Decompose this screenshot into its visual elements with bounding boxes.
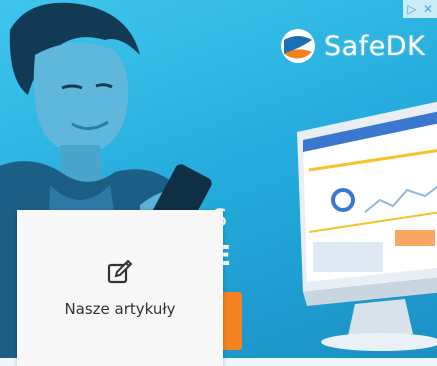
ad-close-icon[interactable]: ✕ xyxy=(421,2,435,16)
brand-name: SafeDK xyxy=(324,30,426,62)
monitor-dashboard-image xyxy=(297,101,437,351)
brand-logo[interactable]: SafeDK xyxy=(278,24,425,68)
articles-card[interactable]: Nasze artykuły xyxy=(17,210,223,366)
ad-info-icon[interactable]: ▷ xyxy=(405,2,419,16)
ad-choices[interactable]: ▷ ✕ xyxy=(403,0,437,18)
edit-icon xyxy=(107,259,133,284)
safedk-logo-icon xyxy=(281,29,315,63)
articles-label: Nasze artykuły xyxy=(64,300,176,318)
